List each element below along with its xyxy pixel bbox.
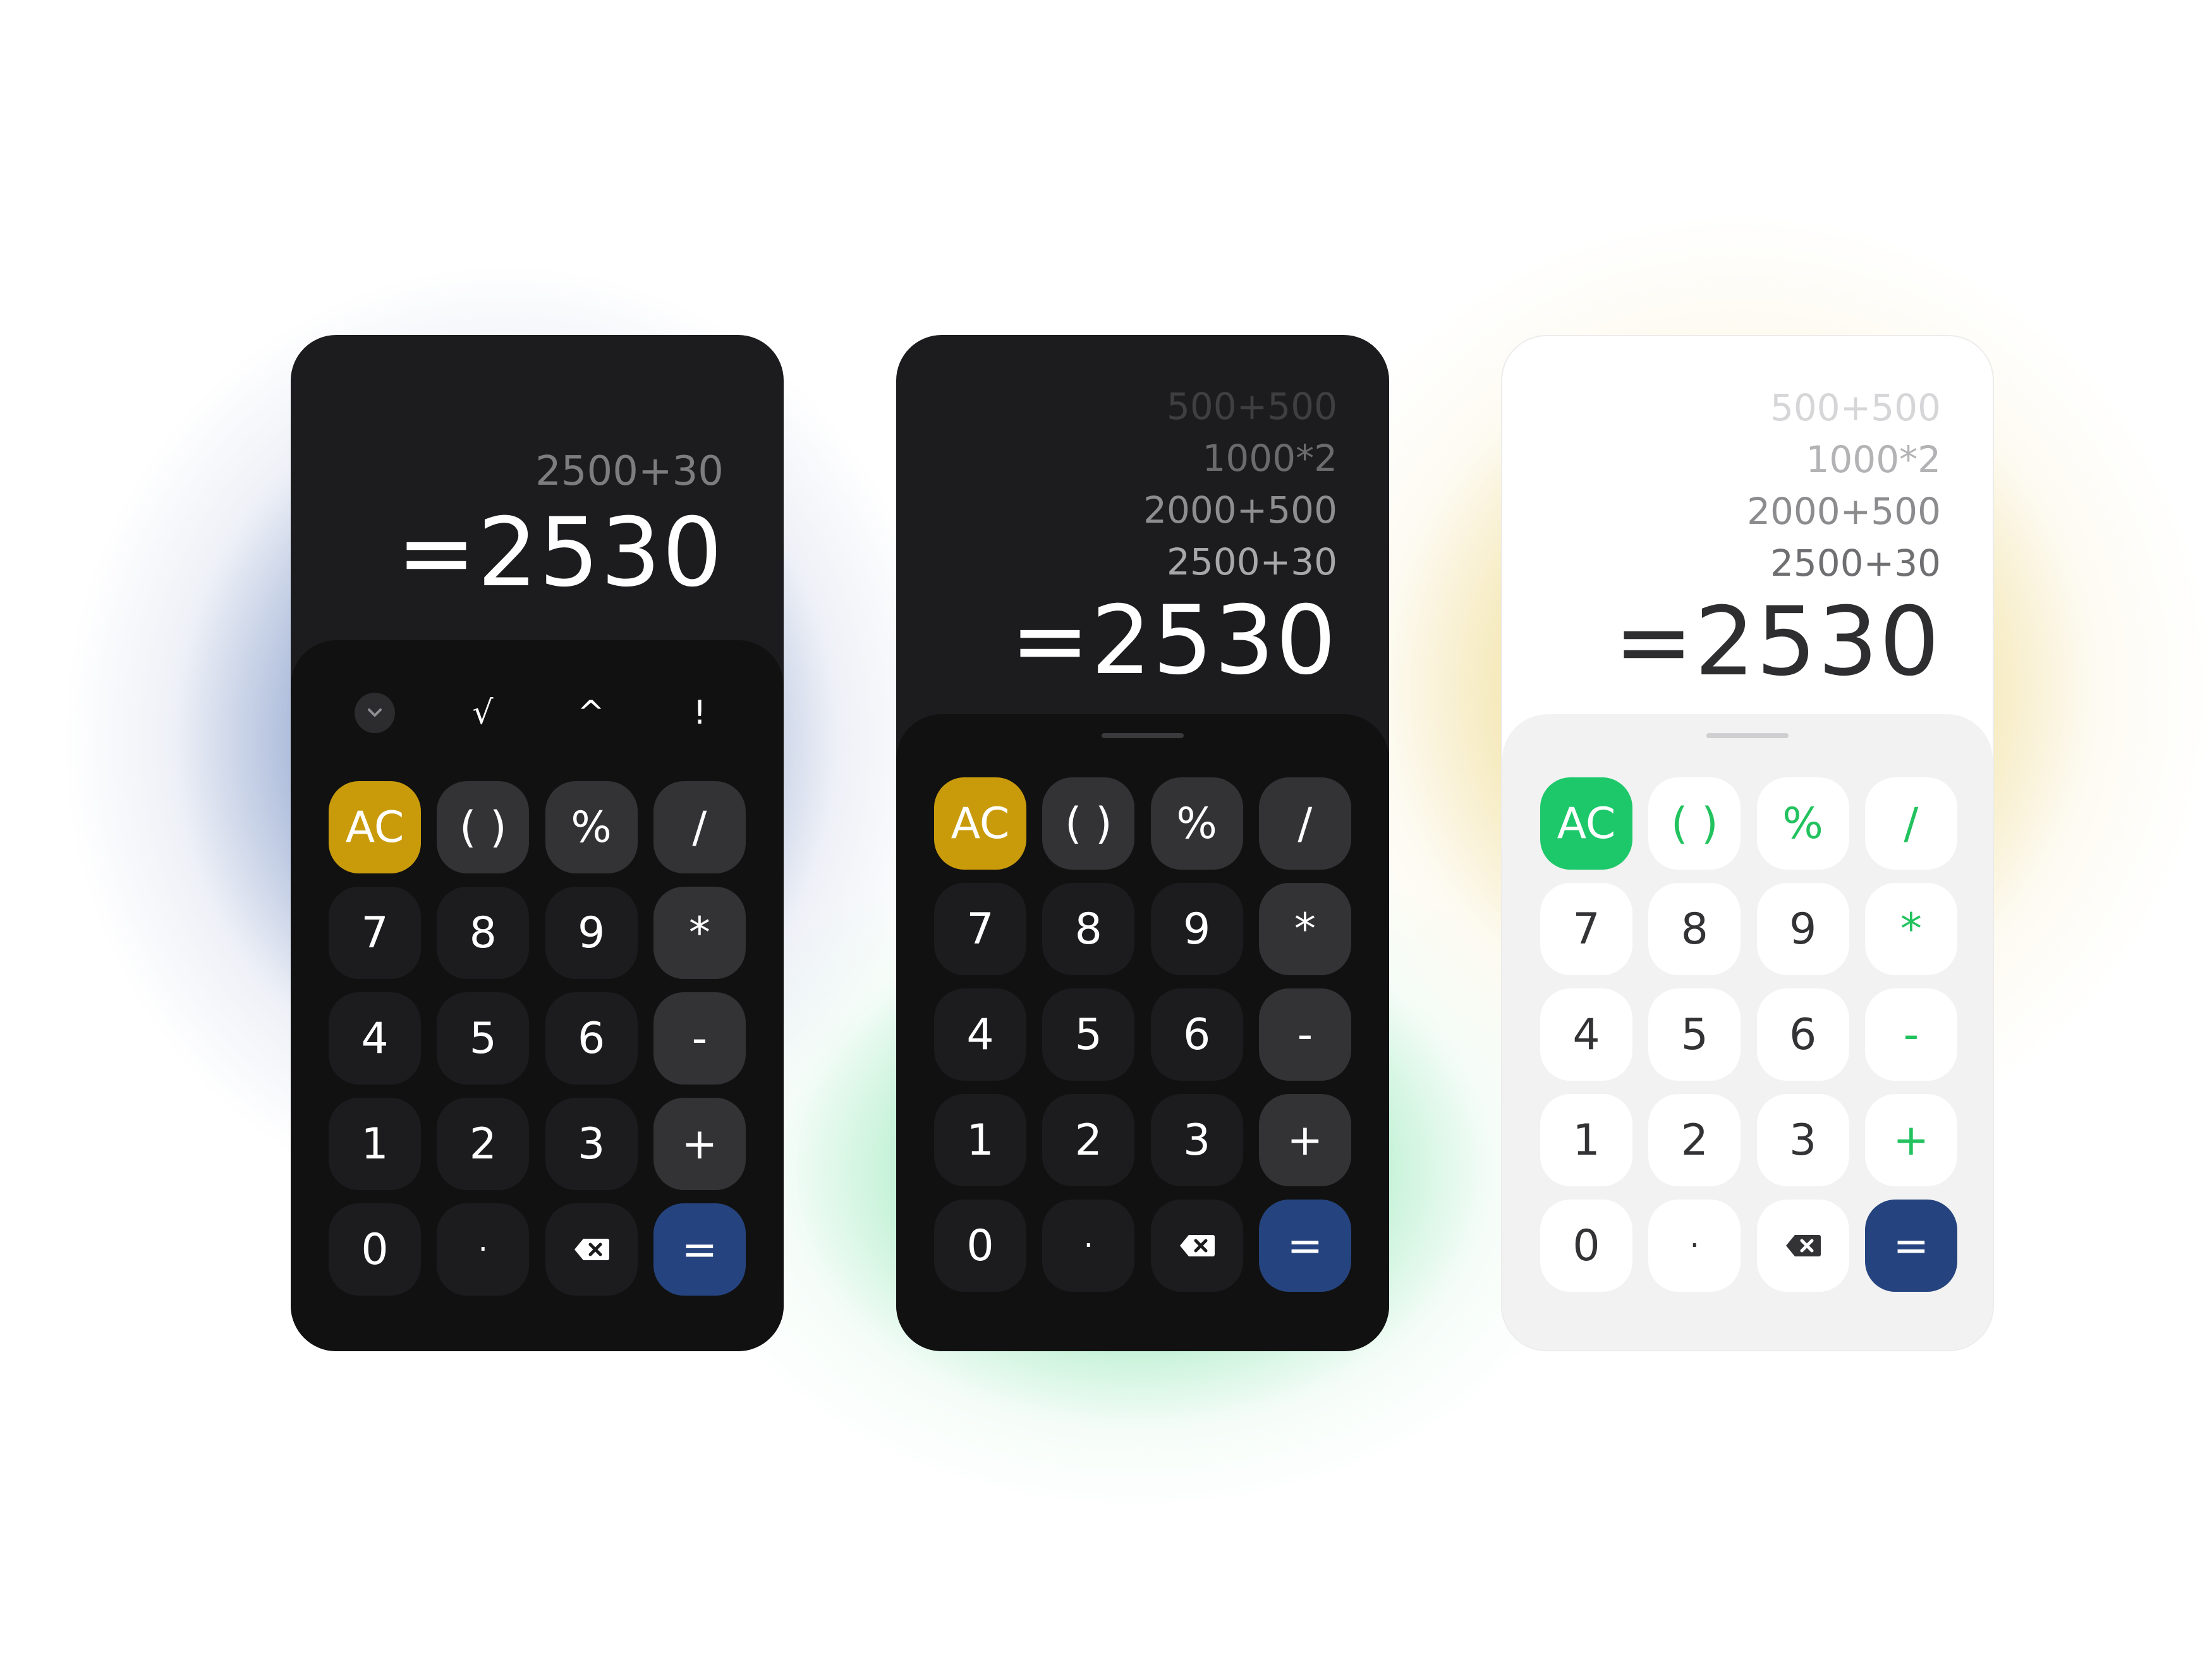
parentheses-button[interactable]: ( ) <box>1648 777 1741 870</box>
digit-8-button[interactable]: 8 <box>1648 883 1741 975</box>
history-line: 1000*2 <box>1202 437 1337 480</box>
equals-button[interactable]: = <box>1864 1200 1957 1292</box>
digit-6-button[interactable]: 6 <box>545 992 638 1085</box>
scientific-row: √ ^ ! <box>329 684 746 741</box>
divide-button[interactable]: / <box>1864 777 1957 870</box>
digit-4-button[interactable]: 4 <box>329 992 421 1085</box>
digit-9-button[interactable]: 9 <box>1756 883 1849 975</box>
digit-9-button[interactable]: 9 <box>545 887 638 979</box>
factorial-button[interactable]: ! <box>653 684 746 741</box>
digit-1-button[interactable]: 1 <box>934 1094 1026 1186</box>
digit-2-button[interactable]: 2 <box>437 1098 530 1190</box>
backspace-button[interactable] <box>1756 1200 1849 1292</box>
minus-button[interactable]: - <box>1258 988 1351 1081</box>
history-line: 500+500 <box>1166 385 1337 428</box>
digit-6-button[interactable]: 6 <box>1756 988 1849 1081</box>
equals-button[interactable]: = <box>1258 1200 1351 1292</box>
percent-button[interactable]: % <box>1150 777 1243 870</box>
digit-2-button[interactable]: 2 <box>1648 1094 1741 1186</box>
divide-button[interactable]: / <box>1258 777 1351 870</box>
decimal-button[interactable]: · <box>1648 1200 1741 1292</box>
digit-7-button[interactable]: 7 <box>1540 883 1632 975</box>
parentheses-button[interactable]: ( ) <box>437 781 530 873</box>
digit-4-button[interactable]: 4 <box>1540 988 1632 1081</box>
decimal-button[interactable]: · <box>1042 1200 1135 1292</box>
minus-button[interactable]: - <box>653 992 746 1085</box>
plus-button[interactable]: + <box>1864 1094 1957 1186</box>
history-line: 500+500 <box>1770 386 1941 429</box>
chevron-down-icon <box>355 693 395 733</box>
percent-button[interactable]: % <box>1756 777 1849 870</box>
keypad: AC( )%/ 7 8 9 * 4 5 6- 1 2 3 +0 · = <box>1502 714 1993 1350</box>
result-display: =2530 <box>396 498 724 608</box>
digit-3-button[interactable]: 3 <box>1150 1094 1243 1186</box>
backspace-button[interactable] <box>1150 1200 1243 1292</box>
keypad: √ ^ ! AC( )%/ 7 8 9 * 4 5 6- 1 2 3 +0 · = <box>291 640 784 1351</box>
backspace-icon <box>1785 1235 1821 1256</box>
digit-8-button[interactable]: 8 <box>1042 883 1135 975</box>
digit-3-button[interactable]: 3 <box>545 1098 638 1190</box>
digit-1-button[interactable]: 1 <box>329 1098 421 1190</box>
parentheses-button[interactable]: ( ) <box>1042 777 1135 870</box>
backspace-button[interactable] <box>545 1203 638 1296</box>
result-display: =2530 <box>1613 587 1941 697</box>
clear-button[interactable]: AC <box>1540 777 1632 870</box>
plus-button[interactable]: + <box>653 1098 746 1190</box>
percent-button[interactable]: % <box>545 781 638 873</box>
digit-1-button[interactable]: 1 <box>1540 1094 1632 1186</box>
multiply-button[interactable]: * <box>1864 883 1957 975</box>
history-line: 2000+500 <box>1143 489 1337 532</box>
history-line: 2500+30 <box>1166 540 1337 583</box>
digit-0-button[interactable]: 0 <box>934 1200 1026 1292</box>
digit-4-button[interactable]: 4 <box>934 988 1026 1081</box>
drag-handle[interactable] <box>1706 733 1789 738</box>
calculator-display: 500+500 1000*2 2000+500 2500+30 =2530 <box>1502 382 1993 693</box>
plus-button[interactable]: + <box>1258 1094 1351 1186</box>
power-button[interactable]: ^ <box>545 684 637 741</box>
calculator-dark-scientific: 2500+30 =2530 √ ^ ! AC( )%/ 7 8 9 * 4 5 6- 1 2 3 +0… <box>291 335 784 1351</box>
backspace-icon <box>574 1239 609 1260</box>
digit-6-button[interactable]: 6 <box>1150 988 1243 1081</box>
history-line: 2500+30 <box>535 448 724 495</box>
decimal-button[interactable]: · <box>437 1203 530 1296</box>
digit-5-button[interactable]: 5 <box>1042 988 1135 1081</box>
drag-handle[interactable] <box>1102 733 1184 738</box>
calculator-display: 2500+30 =2530 <box>291 446 784 604</box>
digit-9-button[interactable]: 9 <box>1150 883 1243 975</box>
minus-button[interactable]: - <box>1864 988 1957 1081</box>
equals-button[interactable]: = <box>653 1203 746 1296</box>
calculator-light-history: 500+500 1000*2 2000+500 2500+30 =2530 AC… <box>1501 335 1994 1351</box>
multiply-button[interactable]: * <box>653 887 746 979</box>
digit-5-button[interactable]: 5 <box>437 992 530 1085</box>
calculator-dark-history: 500+500 1000*2 2000+500 2500+30 =2530 AC… <box>896 335 1389 1351</box>
digit-7-button[interactable]: 7 <box>329 887 421 979</box>
clear-button[interactable]: AC <box>934 777 1026 870</box>
collapse-button[interactable] <box>329 684 421 741</box>
sqrt-button[interactable]: √ <box>437 684 529 741</box>
result-display: =2530 <box>1010 586 1337 696</box>
digit-0-button[interactable]: 0 <box>329 1203 421 1296</box>
multiply-button[interactable]: * <box>1258 883 1351 975</box>
digit-2-button[interactable]: 2 <box>1042 1094 1135 1186</box>
history-line: 1000*2 <box>1806 438 1941 481</box>
backspace-icon <box>1179 1235 1215 1256</box>
divide-button[interactable]: / <box>653 781 746 873</box>
digit-3-button[interactable]: 3 <box>1756 1094 1849 1186</box>
digit-7-button[interactable]: 7 <box>934 883 1026 975</box>
digit-8-button[interactable]: 8 <box>437 887 530 979</box>
history-line: 2000+500 <box>1747 490 1941 533</box>
digit-0-button[interactable]: 0 <box>1540 1200 1632 1292</box>
history-line: 2500+30 <box>1770 542 1941 585</box>
clear-button[interactable]: AC <box>329 781 421 873</box>
digit-5-button[interactable]: 5 <box>1648 988 1741 1081</box>
calculator-display: 500+500 1000*2 2000+500 2500+30 =2530 <box>896 380 1389 691</box>
keypad: AC( )%/ 7 8 9 * 4 5 6- 1 2 3 +0 · = <box>896 714 1389 1351</box>
